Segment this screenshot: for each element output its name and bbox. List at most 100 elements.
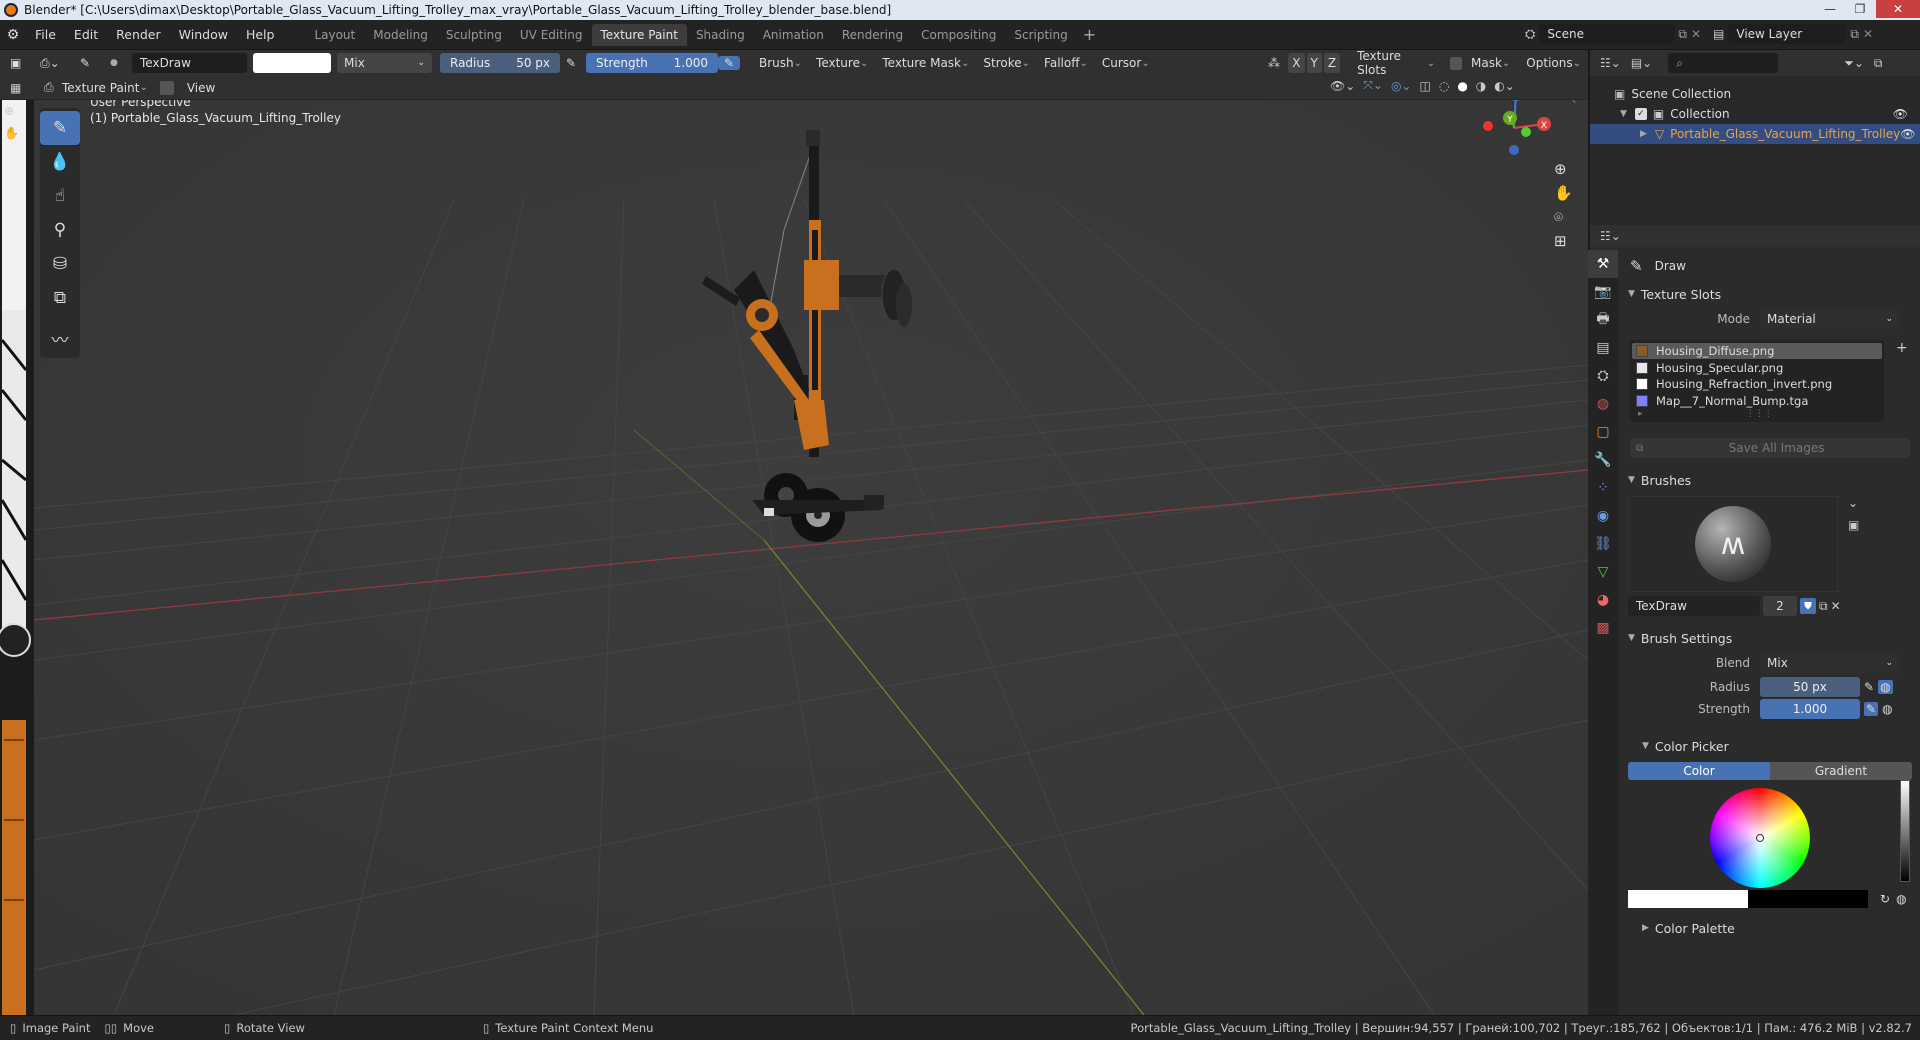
grid-icon[interactable]: ▦ (10, 81, 30, 95)
mirror-y-toggle[interactable]: Y (1306, 53, 1322, 73)
wireframe-shading-icon[interactable]: ◌ (1439, 79, 1449, 93)
data-tab-icon[interactable]: ▽ (1588, 558, 1618, 586)
texture-slots-mode-dropdown[interactable]: Material ⌄ (1760, 309, 1900, 329)
brush-users-count[interactable]: 2 (1763, 596, 1797, 616)
falloff-menu[interactable]: Falloff (1037, 53, 1095, 73)
blender-menu-icon[interactable]: ⚙ (0, 27, 26, 43)
unlink-brush-icon[interactable]: ✕ (1831, 599, 1841, 613)
color-palette-panel-header[interactable]: ▶ Color Palette (1620, 916, 1918, 940)
camera-view-icon[interactable]: ⌾ (1554, 208, 1573, 226)
image-zoom-icon[interactable]: ⊕ (4, 104, 14, 118)
workspace-tab-texture-paint[interactable]: Texture Paint (591, 23, 687, 46)
texture-slot-item[interactable]: Housing_Refraction_invert.png (1632, 376, 1882, 392)
object-visibility-icon[interactable]: 👁 (1900, 127, 1915, 141)
mask-checkbox[interactable] (1450, 56, 1462, 70)
blend-mode-dropdown[interactable]: Mix ⌄ (337, 53, 432, 73)
workspace-tab-compositing[interactable]: Compositing (912, 24, 1005, 46)
view-layer-field[interactable]: View Layer (1728, 24, 1847, 44)
properties-editor-icon[interactable]: ☷⌄ (1600, 229, 1621, 243)
sidebar-toggle-icon[interactable]: ‹ (1572, 100, 1576, 107)
maximize-button[interactable]: ❐ (1846, 0, 1874, 18)
draw-tool-icon[interactable]: ✎ (40, 111, 80, 145)
zoom-view-icon[interactable]: ⊕ (1554, 160, 1573, 178)
outliner-scene-collection[interactable]: ▣ Scene Collection (1590, 84, 1920, 104)
particles-tab-icon[interactable]: ⁘ (1588, 474, 1618, 502)
gizmo-neg-z-icon[interactable] (1509, 145, 1519, 155)
world-tab-icon[interactable]: ◍ (1588, 390, 1618, 418)
list-expand-icon[interactable]: ▸ (1638, 409, 1643, 419)
brush-radius-slider[interactable]: 50 px (1760, 677, 1860, 697)
material-tab-icon[interactable]: ◕ (1588, 586, 1618, 614)
physics-tab-icon[interactable]: ◉ (1588, 502, 1618, 530)
overlay-toggle-icon[interactable]: ◎⌄ (1391, 79, 1412, 93)
gizmo-toggle-icon[interactable]: ⤧⌄ (1363, 78, 1383, 93)
list-resize-handle[interactable]: ⋮⋮⋮ (1746, 409, 1773, 419)
mode-dropdown[interactable]: Texture Paint (58, 78, 152, 98)
brush-name-field[interactable]: TexDraw (132, 53, 247, 73)
xray-toggle-icon[interactable]: ◫ (1419, 79, 1430, 93)
cursor-menu[interactable]: Cursor (1095, 53, 1157, 73)
brush-icon[interactable]: ✎ (80, 56, 102, 70)
value-slider[interactable] (1900, 780, 1910, 882)
save-all-images-button[interactable]: ⧉ Save All Images (1630, 438, 1910, 458)
outliner-search-input[interactable]: ⌕ (1668, 53, 1779, 73)
workspace-tab-shading[interactable]: Shading (687, 24, 754, 46)
image-pan-icon[interactable]: ✋ (4, 126, 19, 140)
workspace-tab-uv-editing[interactable]: UV Editing (511, 24, 592, 46)
workspace-tab-sculpting[interactable]: Sculpting (437, 24, 511, 46)
material-shading-icon[interactable]: ◑ (1476, 79, 1486, 93)
texture-tab-icon[interactable]: ▩ (1588, 614, 1618, 642)
texture-slot-item[interactable]: Housing_Specular.png (1632, 360, 1882, 376)
close-button[interactable]: ✕ (1876, 0, 1920, 18)
strength-pressure-icon[interactable]: ✎ (1864, 702, 1879, 716)
color-wheel-cursor[interactable] (1756, 834, 1764, 842)
workspace-tab-modeling[interactable]: Modeling (364, 24, 437, 46)
minimize-button[interactable]: — (1816, 0, 1844, 18)
strength-unified-icon[interactable]: ◍ (1882, 702, 1892, 716)
texture-menu[interactable]: Texture (809, 53, 875, 73)
3d-viewport[interactable]: User Perspective (1) Portable_Glass_Vacu… (34, 100, 1588, 1015)
menu-file[interactable]: File (26, 27, 65, 42)
clone-tool-icon[interactable]: ⚲ (40, 213, 80, 247)
brush-list-dropdown-icon[interactable]: ⌄ (1848, 496, 1859, 510)
rendered-shading-icon[interactable]: ◐⌄ (1494, 79, 1515, 93)
scene-tab-icon[interactable]: ⛭ (1588, 362, 1618, 390)
constraints-tab-icon[interactable]: ⛓ (1588, 530, 1618, 558)
view-layer-icon[interactable]: ▤ (1713, 27, 1724, 41)
gizmo-neg-y-icon[interactable] (1521, 127, 1531, 137)
smear-tool-icon[interactable]: ☝ (40, 179, 80, 213)
texture-mask-menu[interactable]: Texture Mask (875, 53, 976, 73)
pan-view-icon[interactable]: ✋ (1554, 184, 1573, 202)
brush-name-field[interactable]: TexDraw (1628, 596, 1760, 616)
mirror-icon[interactable]: ⁂ (1268, 56, 1286, 70)
brushes-panel-header[interactable]: ▼ Brushes (1620, 468, 1918, 492)
stroke-menu[interactable]: Stroke (976, 53, 1037, 73)
options-menu[interactable]: Options (1519, 53, 1588, 73)
workspace-tab-animation[interactable]: Animation (754, 24, 833, 46)
tool-icon[interactable]: ⎙⌄ (40, 56, 70, 71)
brush-menu[interactable]: Brush (752, 53, 809, 73)
brush-image-icon[interactable]: ▣ (1848, 518, 1859, 532)
color-wheel[interactable] (1710, 788, 1810, 888)
texture-slot-item[interactable]: Housing_Diffuse.png (1632, 343, 1882, 359)
brush-color-swatch[interactable] (253, 53, 331, 73)
display-mode-icon[interactable]: ▤⌄ (1631, 56, 1652, 70)
texture-slot-item[interactable]: Map__7_Normal_Bump.tga (1632, 393, 1882, 409)
scene-icon[interactable]: ⛭ (1525, 27, 1535, 42)
radius-pressure-icon[interactable]: ✎ (1864, 680, 1874, 694)
mirror-x-toggle[interactable]: X (1288, 53, 1305, 73)
collection-visibility-icon[interactable]: 👁 (1893, 107, 1908, 121)
outliner-editor-icon[interactable]: ☷⌄ (1600, 56, 1621, 70)
paint-mask-toggle[interactable] (159, 80, 174, 95)
menu-edit[interactable]: Edit (65, 27, 107, 42)
new-collection-icon[interactable]: ⧉ (1874, 56, 1883, 71)
strength-pen-pressure-icon[interactable]: ✎ (718, 56, 740, 70)
radius-pen-pressure-icon[interactable]: ✎ (560, 56, 582, 70)
brush-strength-slider[interactable]: 1.000 (1760, 699, 1860, 719)
filter-icon[interactable]: ⏷⌄ (1844, 56, 1864, 71)
workspace-tab-rendering[interactable]: Rendering (833, 24, 912, 46)
expand-arrow-icon[interactable]: ▶ (1640, 129, 1647, 139)
new-scene-icon[interactable]: ⧉ (1678, 27, 1687, 42)
outliner-collection[interactable]: ▼ ✓ ▣ Collection 👁 (1590, 104, 1920, 124)
menu-render[interactable]: Render (107, 27, 170, 42)
